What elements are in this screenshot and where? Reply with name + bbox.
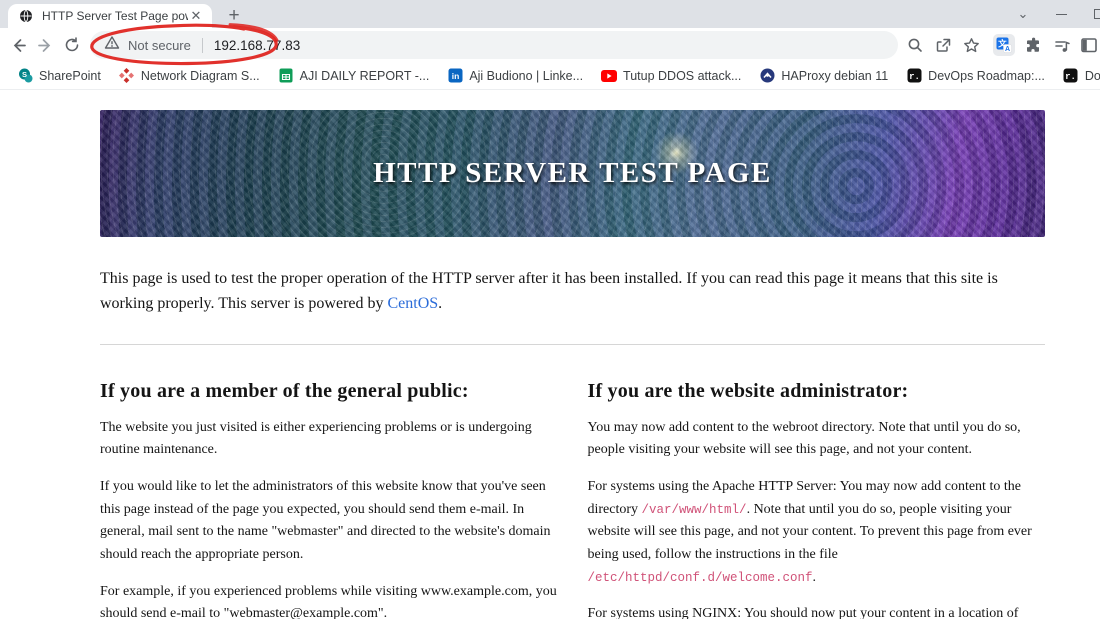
bookmarks-bar: S SharePoint Network Diagram S... AJI DA… (0, 62, 1100, 90)
administrator-column: If you are the website administrator: Yo… (588, 353, 1046, 619)
bookmark-linkedin[interactable]: in Aji Budiono | Linke... (438, 64, 592, 88)
general-public-heading: If you are a member of the general publi… (100, 379, 469, 402)
tab-http-server-test-page[interactable]: HTTP Server Test Page powered ✕ (8, 4, 212, 28)
paragraph: You may now add content to the webroot d… (587, 419, 1021, 458)
url-text[interactable]: 192.168.77.83 (214, 38, 300, 53)
bookmark-aji-daily-report[interactable]: AJI DAILY REPORT -... (269, 64, 439, 88)
roadmap-sh-icon: r. (906, 68, 922, 84)
bookmark-label: HAProxy debian 11 (781, 68, 889, 83)
divider (100, 343, 1045, 345)
haproxy-icon (759, 68, 775, 84)
web-page-content: HTTP SERVER TEST PAGE This page is used … (0, 90, 1100, 619)
bookmark-docker-roadmap[interactable]: r. Docker Roadmap -... (1054, 64, 1100, 88)
centos-link[interactable]: CentOS (388, 295, 439, 312)
minimize-button[interactable] (1046, 0, 1076, 28)
reload-button[interactable] (60, 33, 84, 57)
sharepoint-icon: S (17, 68, 33, 84)
general-public-column: If you are a member of the general publi… (100, 353, 558, 619)
bookmark-label: SharePoint (39, 68, 101, 83)
omnibox-divider (201, 37, 203, 53)
bookmark-label: Docker Roadmap -... (1084, 68, 1100, 83)
bookmark-star-icon[interactable] (959, 33, 983, 57)
not-secure-warning-icon[interactable] (104, 35, 120, 55)
text-segment: . (812, 569, 817, 585)
browser-window: HTTP Server Test Page powered ✕ + ⌄ Not … (0, 0, 1100, 619)
bookmark-haproxy[interactable]: HAProxy debian 11 (750, 64, 897, 88)
administrator-heading: If you are the website administrator: (587, 379, 909, 402)
bookmark-label: Network Diagram S... (140, 68, 260, 83)
search-icon[interactable] (903, 33, 927, 57)
side-panel-icon[interactable] (1077, 33, 1100, 57)
globe-favicon-icon (18, 8, 34, 24)
bookmark-network-diagram[interactable]: Network Diagram S... (110, 64, 269, 88)
svg-text:S: S (21, 70, 26, 79)
youtube-icon (601, 68, 618, 84)
share-icon[interactable] (931, 33, 955, 57)
forward-button[interactable] (33, 33, 57, 57)
paragraph: For example, if you experienced problems… (100, 583, 557, 619)
svg-text:r.: r. (909, 72, 920, 82)
not-secure-label[interactable]: Not secure (128, 38, 191, 53)
banner-title: HTTP SERVER TEST PAGE (373, 157, 772, 189)
paragraph: If you would like to let the administrat… (100, 478, 551, 562)
bookmark-sharepoint[interactable]: S SharePoint (8, 64, 110, 88)
network-diagram-icon (119, 68, 135, 84)
bookmark-label: Aji Budiono | Linke... (469, 68, 584, 83)
code-path-welcome-conf: /etc/httpd/conf.d/welcome.conf (587, 570, 813, 585)
bookmark-label: DevOps Roadmap:... (928, 68, 1045, 83)
code-path-webroot: /var/www/html/ (641, 502, 747, 517)
lead-text: This page is used to test the proper ope… (100, 270, 998, 313)
tab-close-icon[interactable]: ✕ (188, 8, 204, 24)
new-tab-button[interactable]: + (222, 5, 246, 27)
test-page-banner: HTTP SERVER TEST PAGE (100, 110, 1045, 237)
tab-search-chevron-icon[interactable]: ⌄ (1008, 0, 1038, 28)
address-bar[interactable]: Not secure 192.168.77.83 (90, 31, 898, 59)
svg-text:in: in (452, 71, 460, 81)
bookmark-label: AJI DAILY REPORT -... (299, 68, 430, 83)
svg-text:r.: r. (1065, 72, 1076, 82)
bookmark-devops-roadmap[interactable]: r. DevOps Roadmap:... (897, 64, 1054, 88)
browser-toolbar: Not secure 192.168.77.83 文A (0, 28, 1100, 62)
bookmark-label: Tutup DDOS attack... (623, 68, 742, 83)
paragraph: The website you just visited is either e… (100, 419, 532, 458)
maximize-button[interactable] (1084, 0, 1100, 28)
lead-paragraph: This page is used to test the proper ope… (100, 266, 1045, 317)
paragraph: For systems using the Apache HTTP Server… (588, 476, 1046, 589)
svg-text:A: A (1005, 46, 1010, 53)
lead-text-end: . (438, 295, 443, 313)
text-segment: For systems using NGINX: You should now … (587, 606, 1019, 619)
playlist-icon[interactable] (1050, 33, 1074, 57)
tab-title: HTTP Server Test Page powered (42, 9, 188, 23)
paragraph: For systems using NGINX: You should now … (588, 603, 1046, 619)
bookmark-tutup-ddos[interactable]: Tutup DDOS attack... (592, 64, 750, 88)
google-sheets-icon (278, 68, 294, 84)
back-button[interactable] (6, 33, 30, 57)
tab-strip: HTTP Server Test Page powered ✕ + ⌄ (0, 0, 1100, 28)
translate-icon[interactable]: 文A (993, 34, 1015, 56)
linkedin-icon: in (447, 68, 463, 84)
roadmap-sh-icon: r. (1063, 68, 1079, 84)
extensions-puzzle-icon[interactable] (1021, 33, 1045, 57)
